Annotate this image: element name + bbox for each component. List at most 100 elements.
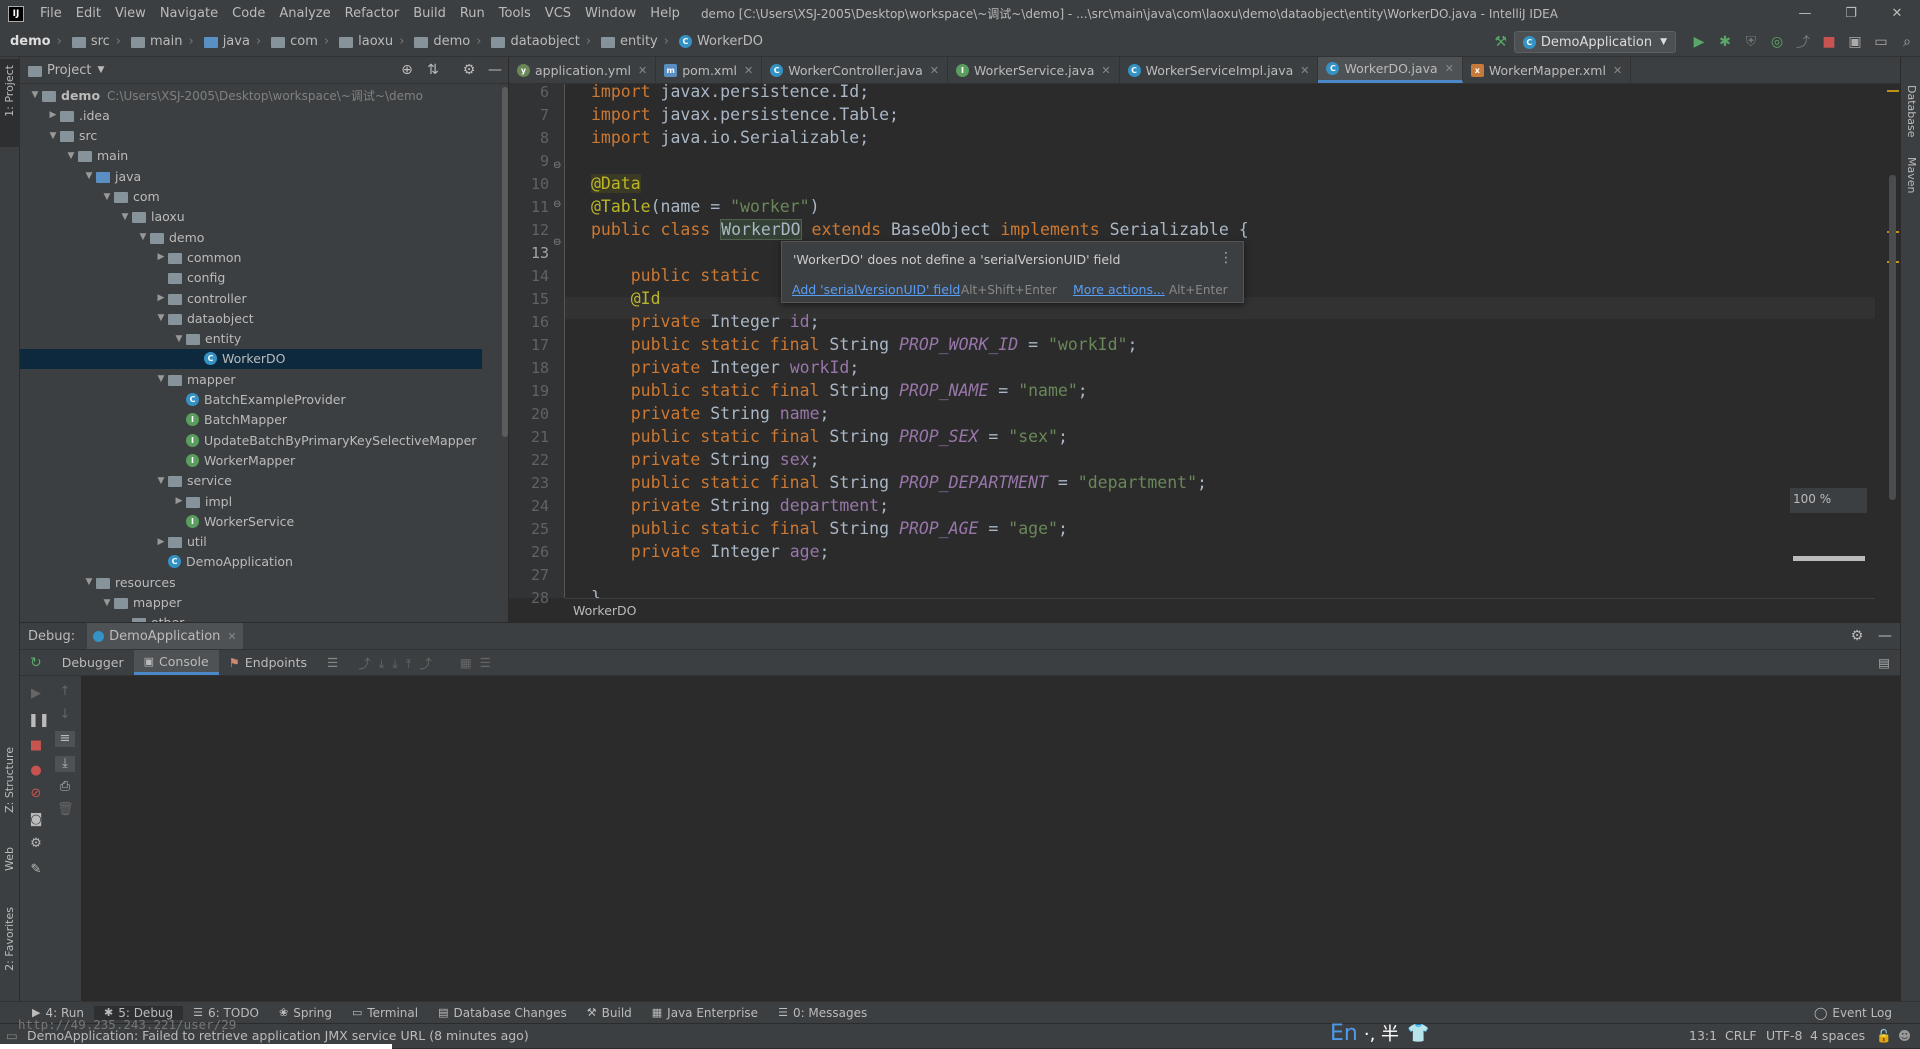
fold-marker-icon[interactable]: ⊖ [553,160,561,171]
expanded-arrow-icon[interactable]: ▼ [100,598,114,608]
close-tab-icon[interactable]: ✕ [638,64,647,77]
event-log-button[interactable]: ◯ Event Log [1804,1006,1902,1020]
tree-scrollbar[interactable] [502,87,508,437]
editor-tab-application-yml[interactable]: y application.yml ✕ [509,57,657,83]
restore-icon[interactable]: ❐ [1828,6,1874,21]
console-output[interactable] [81,676,1900,1014]
project-panel-title[interactable]: Project [47,63,91,78]
editor-breadcrumb[interactable]: WorkerDO [565,598,1875,622]
menu-edit[interactable]: Edit [69,0,108,27]
tab-endpoints[interactable]: ⚑ Endpoints [219,650,317,675]
collapse-all-icon[interactable]: ⇅ [420,62,446,78]
expanded-arrow-icon[interactable]: ▼ [118,212,132,222]
stop-icon[interactable]: ■ [1817,34,1841,50]
locate-icon[interactable]: ⊕ [394,62,420,78]
breadcrumb-item[interactable]: java › [202,34,269,49]
tree-item[interactable]: I BatchMapper [20,410,482,430]
project-tool-tab[interactable]: 1: Project [0,59,20,147]
hide-icon[interactable]: — [1870,628,1900,644]
collapsed-arrow-icon[interactable]: ▶ [154,293,168,303]
editor-tab-pom-xml[interactable]: m pom.xml ✕ [656,57,763,83]
tree-item[interactable]: ▼ resources [20,572,482,592]
tree-item[interactable]: ▼ com [20,187,482,207]
print-icon[interactable]: ⎙ [57,779,73,795]
editor-tab-workerserviceimpl-java[interactable]: C WorkerServiceImpl.java ✕ [1120,57,1319,83]
tool-button-database-changes[interactable]: ▤ Database Changes [428,1006,577,1020]
collapsed-arrow-icon[interactable]: ▶ [154,537,168,547]
tree-item[interactable]: C WorkerDO [20,348,482,369]
project-structure-icon[interactable]: ▣ [1843,34,1867,50]
layout-menu-icon[interactable]: ☰ [317,650,348,675]
collapsed-arrow-icon[interactable]: ▶ [154,252,168,262]
menu-code[interactable]: Code [225,0,272,27]
stop-icon[interactable]: ■ [28,738,44,754]
menu-help[interactable]: Help [643,0,687,27]
profile-icon[interactable]: ◎ [1765,34,1789,50]
fold-marker-icon[interactable]: ⊖ [553,199,561,210]
favorites-tool-tab[interactable]: 2: Favorites [3,907,16,971]
chevron-down-icon[interactable]: ▼ [97,65,104,75]
code-area[interactable]: import javax.persistence.Id; import javax… [565,84,1875,598]
close-tab-icon[interactable]: ✕ [930,64,939,77]
menu-refactor[interactable]: Refactor [338,0,407,27]
tree-item[interactable]: ▶ impl [20,491,482,511]
layout-icon[interactable]: ▭ [1869,34,1893,50]
menu-file[interactable]: File [33,0,69,27]
tree-item[interactable]: ▼ service [20,471,482,491]
breadcrumb-item[interactable]: demo › [412,34,489,49]
tree-item[interactable]: ▼ entity [20,329,482,349]
structure-tool-tab[interactable]: Z: Structure [3,747,16,813]
menu-tools[interactable]: Tools [492,0,538,27]
file-encoding[interactable]: UTF-8 [1766,1028,1802,1043]
breadcrumb-item[interactable]: laoxu › [337,34,412,49]
mute-breakpoints-icon[interactable]: ⊘ [28,786,44,802]
editor-scrollbar[interactable] [1889,175,1896,500]
tree-item[interactable]: ▼ src [20,126,482,146]
inspector-icon[interactable]: ☻ [1898,1028,1911,1043]
fold-marker-icon[interactable]: ⊖ [553,237,561,248]
expanded-arrow-icon[interactable]: ▼ [46,131,60,141]
tree-item[interactable]: ▼ mapper [20,369,482,389]
scroll-to-end-icon[interactable]: ⤓ [55,756,75,772]
expanded-arrow-icon[interactable]: ▼ [82,171,96,181]
tree-item[interactable]: C DemoApplication [20,552,482,572]
down-icon[interactable]: ↓ [57,707,73,723]
line-separator[interactable]: CRLF [1725,1028,1757,1043]
close-tab-icon[interactable]: ✕ [1445,62,1454,75]
menu-navigate[interactable]: Navigate [153,0,225,27]
expanded-arrow-icon[interactable]: ▼ [82,577,96,587]
breadcrumb-item[interactable]: main › [129,34,202,49]
tree-item[interactable]: ▼ dataobject [20,308,482,328]
tree-item[interactable]: ▼ mapper [20,593,482,613]
tree-item[interactable]: ▶ common [20,247,482,267]
tree-item[interactable]: ▶ .idea [20,105,482,125]
coverage-icon[interactable]: ⛨ [1739,34,1763,50]
tree-item[interactable]: I UpdateBatchByPrimaryKeySelectiveMapper [20,430,482,450]
close-tab-icon[interactable]: ✕ [1613,64,1622,77]
menu-view[interactable]: View [108,0,153,27]
close-tab-icon[interactable]: ✕ [744,64,753,77]
menu-vcs[interactable]: VCS [538,0,578,27]
editor-tab-workermapper-xml[interactable]: x WorkerMapper.xml ✕ [1463,57,1632,83]
editor-tab-workerservice-java[interactable]: I WorkerService.java ✕ [948,57,1120,83]
gear-icon[interactable]: ⚙ [456,62,482,78]
soft-wrap-icon[interactable]: ≡ [55,731,75,747]
web-tool-tab[interactable]: Web [3,847,16,871]
editor-tab-workerdo-java[interactable]: C WorkerDO.java ✕ [1318,57,1463,83]
pause-icon[interactable]: ❚❚ [28,713,50,729]
breadcrumb-item[interactable]: com › [269,34,337,49]
tree-item[interactable]: I WorkerMapper [20,450,482,470]
tab-console[interactable]: ▣ Console [133,650,219,675]
gear-icon[interactable]: ⚙ [1844,628,1870,644]
menu-window[interactable]: Window [578,0,643,27]
more-actions-link[interactable]: More actions... [1073,282,1165,297]
close-tab-icon[interactable]: ✕ [1101,64,1110,77]
tree-item[interactable]: ▼ java [20,166,482,186]
build-hammer-icon[interactable]: ⚒ [1489,34,1513,50]
tree-item[interactable]: ▼ main [20,146,482,166]
debug-session-tab[interactable]: DemoApplication ✕ [87,623,243,649]
collapsed-arrow-icon[interactable]: ▶ [46,110,60,120]
breadcrumb-item[interactable]: src › [70,34,129,49]
expanded-arrow-icon[interactable]: ▼ [64,151,78,161]
menu-run[interactable]: Run [453,0,492,27]
